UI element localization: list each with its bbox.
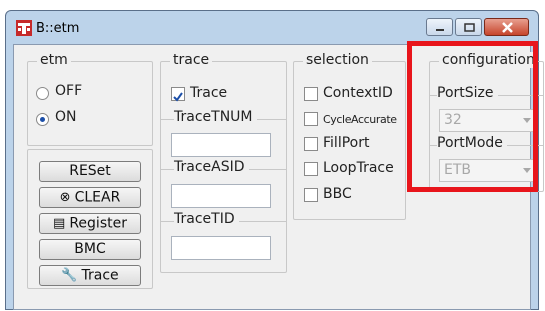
- cycle-accurate-checkbox[interactable]: [304, 112, 318, 126]
- trace-button[interactable]: 🔧 Trace: [39, 265, 141, 286]
- etm-group-title: etm: [37, 52, 71, 68]
- trace-tnum-label: TraceTNUM: [174, 109, 257, 125]
- trace-group-title: trace: [170, 52, 213, 68]
- window-title: B::etm: [36, 21, 80, 36]
- trace-tnum-field[interactable]: [171, 133, 271, 157]
- bbc-label: BBC: [323, 186, 352, 202]
- clear-button[interactable]: ⊗ CLEAR: [39, 187, 141, 208]
- trace-checkbox-label: Trace: [190, 85, 228, 101]
- context-id-checkbox[interactable]: [304, 87, 318, 101]
- reset-button-label: RESet: [69, 163, 111, 179]
- minimize-icon: [436, 29, 444, 31]
- trace-tid-field[interactable]: [171, 236, 271, 260]
- clear-button-label: CLEAR: [74, 189, 121, 206]
- fill-port-label: FillPort: [323, 135, 370, 151]
- minimize-button[interactable]: [426, 18, 453, 36]
- maximize-button[interactable]: [455, 18, 482, 36]
- bmc-button-label: BMC: [74, 241, 106, 257]
- clear-icon: ⊗: [59, 190, 71, 205]
- title-bar[interactable]: B::etm: [6, 11, 538, 45]
- highlight-box: [407, 41, 538, 192]
- trace-checkbox[interactable]: [171, 87, 185, 102]
- checkmark-icon: [173, 92, 183, 102]
- off-label: OFF: [55, 83, 83, 99]
- maximize-icon: [464, 23, 475, 32]
- register-chip-icon: ▤: [53, 216, 66, 231]
- trace-tid-label: TraceTID: [174, 211, 239, 227]
- trace32-icon: [16, 20, 32, 36]
- selection-group-title: selection: [303, 52, 372, 68]
- register-button-label: Register: [69, 215, 127, 232]
- on-radio[interactable]: [36, 113, 49, 126]
- wrench-icon: 🔧: [61, 268, 78, 283]
- on-label: ON: [55, 109, 77, 125]
- trace-asid-label: TraceASID: [174, 159, 249, 175]
- cycle-accurate-label: CycleAccurate: [323, 113, 397, 126]
- trace-asid-field[interactable]: [171, 184, 271, 208]
- close-button[interactable]: [484, 18, 529, 36]
- etm-group: etm: [27, 52, 153, 146]
- bmc-button[interactable]: BMC: [39, 239, 141, 260]
- loop-trace-label: LoopTrace: [323, 160, 394, 176]
- context-id-label: ContextID: [323, 85, 393, 101]
- register-button[interactable]: ▤ Register: [39, 213, 141, 234]
- bbc-checkbox[interactable]: [304, 188, 318, 202]
- close-icon: [502, 22, 513, 33]
- off-radio[interactable]: [36, 87, 49, 100]
- trace-button-label: Trace: [81, 267, 119, 284]
- loop-trace-checkbox[interactable]: [304, 162, 318, 176]
- fill-port-checkbox[interactable]: [304, 137, 318, 151]
- reset-button[interactable]: RESet: [39, 161, 141, 182]
